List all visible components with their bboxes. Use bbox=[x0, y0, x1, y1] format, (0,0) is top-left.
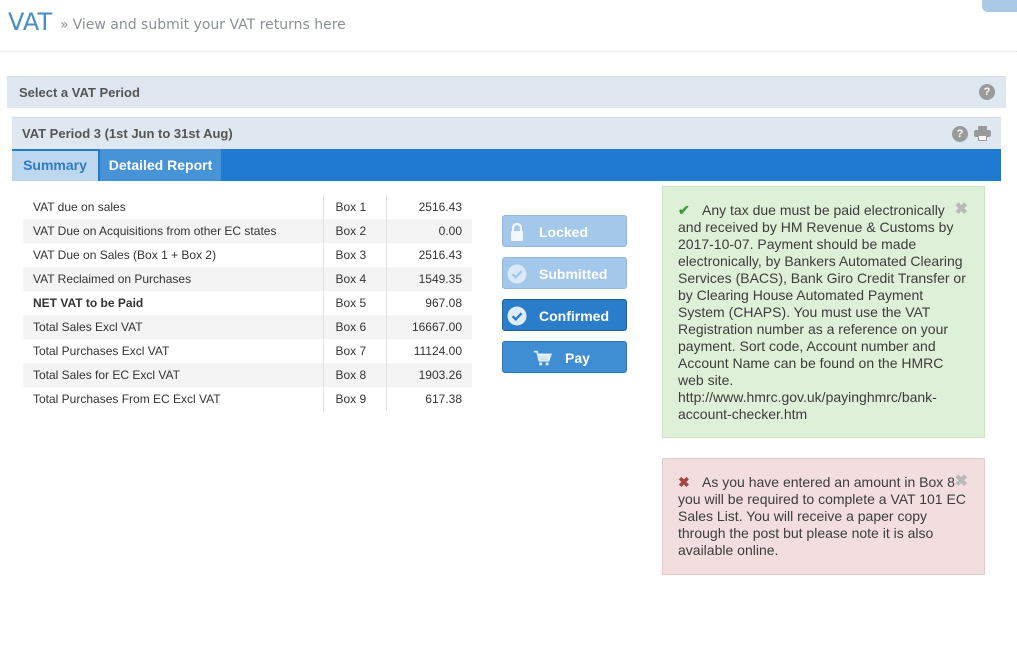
row-box: Box 2 bbox=[322, 219, 387, 243]
page-header: VAT » View and submit your VAT returns he… bbox=[0, 0, 1017, 52]
tab-summary[interactable]: Summary bbox=[12, 149, 98, 181]
vat-summary-table: VAT due on sales Box 1 2516.43 VAT Due o… bbox=[23, 195, 472, 411]
confirmed-label: Confirmed bbox=[539, 308, 609, 324]
close-icon[interactable]: ✖ bbox=[955, 473, 968, 490]
row-label: VAT due on sales bbox=[33, 200, 126, 214]
question-circle-icon[interactable]: ? bbox=[952, 126, 968, 142]
page-title: VAT bbox=[8, 8, 53, 36]
row-label: NET VAT to be Paid bbox=[33, 296, 144, 310]
row-value: 16667.00 bbox=[386, 315, 472, 339]
page: VAT » View and submit your VAT returns he… bbox=[0, 0, 1017, 646]
select-period-label: Select a VAT Period bbox=[19, 85, 140, 100]
row-box: Box 3 bbox=[322, 243, 387, 267]
row-label: Total Purchases Excl VAT bbox=[33, 344, 170, 358]
locked-button[interactable]: Locked bbox=[502, 215, 627, 247]
table-row: Total Purchases From EC Excl VAT Box 9 6… bbox=[23, 387, 472, 411]
print-icon[interactable] bbox=[974, 126, 991, 141]
check-circle-icon bbox=[507, 264, 527, 284]
table-row: Total Sales for EC Excl VAT Box 8 1903.2… bbox=[23, 363, 472, 387]
row-value: 1903.26 bbox=[386, 363, 472, 387]
table-row: Total Sales Excl VAT Box 6 16667.00 bbox=[23, 315, 472, 339]
page-subtitle: » View and submit your VAT returns here bbox=[60, 17, 346, 33]
confirmed-button[interactable]: Confirmed bbox=[502, 299, 627, 331]
row-box: Box 1 bbox=[322, 195, 387, 219]
lock-icon bbox=[511, 222, 523, 241]
payment-info-text: Any tax due must be paid electronically … bbox=[678, 202, 966, 422]
row-value: 11124.00 bbox=[413, 344, 462, 358]
row-value: 0.00 bbox=[386, 219, 472, 243]
ec-sales-list-text: As you have entered an amount in Box 8 y… bbox=[678, 474, 966, 558]
row-box: Box 4 bbox=[322, 267, 387, 291]
row-box: Box 8 bbox=[322, 363, 387, 387]
close-icon[interactable]: ✖ bbox=[955, 201, 968, 218]
row-value: 617.38 bbox=[425, 392, 462, 406]
submitted-label: Submitted bbox=[539, 266, 608, 282]
question-circle-icon[interactable]: ? bbox=[979, 84, 995, 100]
row-label: VAT Reclaimed on Purchases bbox=[23, 267, 323, 291]
cross-icon: ✖ bbox=[678, 474, 690, 490]
row-value: 2516.43 bbox=[418, 248, 462, 262]
vat-period-title: VAT Period 3 (1st Jun to 31st Aug) bbox=[22, 126, 233, 141]
table-row: Total Purchases Excl VAT Box 7 11124.00 bbox=[23, 339, 472, 363]
row-label: Total Sales for EC Excl VAT bbox=[23, 363, 323, 387]
row-box: Box 6 bbox=[322, 315, 387, 339]
table-row: VAT Due on Acquisitions from other EC st… bbox=[23, 219, 472, 243]
check-circle-icon bbox=[507, 306, 527, 326]
row-box: Box 7 bbox=[322, 339, 387, 363]
row-value: 967.08 bbox=[425, 296, 462, 310]
subtitle-text: View and submit your VAT returns here bbox=[72, 17, 346, 33]
row-box: Box 5 bbox=[322, 291, 387, 315]
row-label: Total Purchases From EC Excl VAT bbox=[33, 392, 221, 406]
row-value: 1549.35 bbox=[386, 267, 472, 291]
check-icon: ✔ bbox=[678, 202, 690, 218]
ec-sales-list-alert: ✖ ✖ As you have entered an amount in Box … bbox=[662, 458, 985, 575]
locked-label: Locked bbox=[539, 224, 589, 240]
row-label: VAT Due on Acquisitions from other EC st… bbox=[23, 219, 323, 243]
table-row: NET VAT to be Paid Box 5 967.08 bbox=[23, 291, 472, 315]
payment-info-alert: ✖ ✔ Any tax due must be paid electronical… bbox=[662, 186, 985, 438]
shopping-cart-icon bbox=[533, 350, 553, 366]
row-box: Box 9 bbox=[322, 387, 387, 411]
subtitle-chevron: » bbox=[60, 17, 69, 33]
select-period-bar[interactable]: Select a VAT Period ? bbox=[7, 76, 1006, 108]
vat-period-bar: VAT Period 3 (1st Jun to 31st Aug) ? bbox=[12, 117, 1001, 150]
tab-detailed-report[interactable]: Detailed Report bbox=[100, 149, 221, 181]
pay-label: Pay bbox=[565, 350, 590, 366]
row-label: Total Sales Excl VAT bbox=[23, 315, 323, 339]
tabs-bar: Summary Detailed Report bbox=[12, 149, 1001, 181]
table-row: VAT due on sales Box 1 2516.43 bbox=[23, 195, 472, 219]
row-label: VAT Due on Sales (Box 1 + Box 2) bbox=[33, 248, 217, 262]
table-row: VAT Reclaimed on Purchases Box 4 1549.35 bbox=[23, 267, 472, 291]
table-row: VAT Due on Sales (Box 1 + Box 2) Box 3 2… bbox=[23, 243, 472, 267]
submitted-button[interactable]: Submitted bbox=[502, 257, 627, 289]
pay-button[interactable]: Pay bbox=[502, 341, 627, 373]
row-value: 2516.43 bbox=[418, 200, 462, 214]
